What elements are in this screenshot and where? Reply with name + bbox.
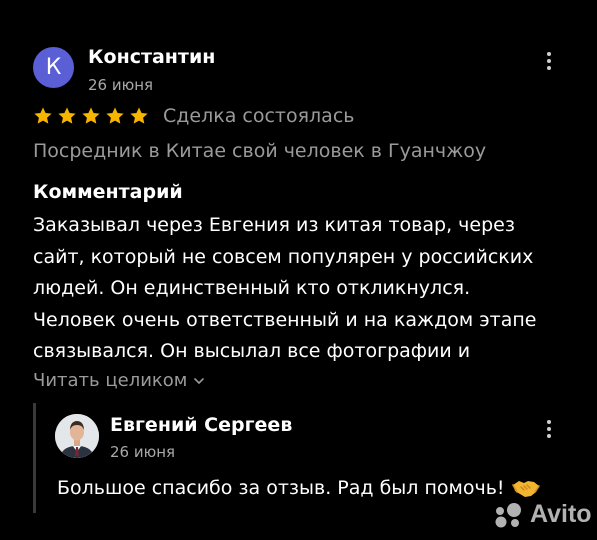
chevron-down-icon	[194, 377, 205, 384]
more-dot	[547, 434, 551, 438]
deal-status: Сделка состоялась	[163, 105, 355, 127]
more-dot	[547, 427, 551, 431]
reply-more-options-button[interactable]	[539, 415, 559, 443]
avatar[interactable]: К	[33, 47, 74, 88]
avito-logo-icon	[495, 502, 521, 527]
reply-divider	[33, 403, 36, 513]
star-icon	[34, 107, 52, 124]
review-date: 26 июня	[88, 76, 154, 94]
star-icon	[82, 107, 100, 124]
star-icon	[58, 107, 76, 124]
comment-line: Человек очень ответственный и на каждом …	[33, 308, 537, 331]
handshake-icon	[511, 481, 540, 497]
avatar-letter: К	[45, 55, 62, 80]
seller-name[interactable]: Евгений Сергеев	[110, 414, 292, 436]
person-photo-icon	[55, 414, 99, 458]
more-dot	[547, 52, 551, 56]
reply-message: Большое спасибо за отзыв. Рад был помочь…	[57, 477, 505, 499]
reply-text: Большое спасибо за отзыв. Рад был помочь…	[57, 476, 541, 500]
seller-avatar[interactable]	[55, 414, 99, 458]
more-options-button[interactable]	[539, 47, 559, 75]
reply-date: 26 июня	[110, 443, 176, 461]
star-rating	[33, 106, 149, 126]
read-more-label: Читать целиком	[33, 370, 188, 391]
watermark-text: Avito	[530, 500, 592, 528]
more-dot	[547, 66, 551, 70]
star-icon	[106, 107, 124, 124]
more-dot	[547, 59, 551, 63]
comment-heading: Комментарий	[33, 181, 183, 203]
review-card: К Константин 26 июня Сделка состоялась П…	[0, 0, 597, 540]
comment-line: Заказывал через Евгения из китая товар, …	[33, 214, 515, 236]
star-icon	[130, 107, 148, 124]
comment-line: людей. Он единственный кто откликнулся.	[33, 277, 471, 299]
service-name[interactable]: Посредник в Китае свой человек в Гуанчжо…	[33, 140, 486, 162]
comment-text: Заказывал через Евгения из китая товар, …	[33, 210, 573, 368]
comment-line: связывался. Он высылал все фотографии и	[33, 340, 471, 362]
more-dot	[547, 420, 551, 424]
read-more-link[interactable]: Читать целиком	[33, 370, 205, 391]
avito-watermark: Avito	[492, 500, 592, 529]
comment-line: сайт, который не совсем популярен у росс…	[33, 245, 534, 268]
author-name[interactable]: Константин	[88, 46, 215, 68]
